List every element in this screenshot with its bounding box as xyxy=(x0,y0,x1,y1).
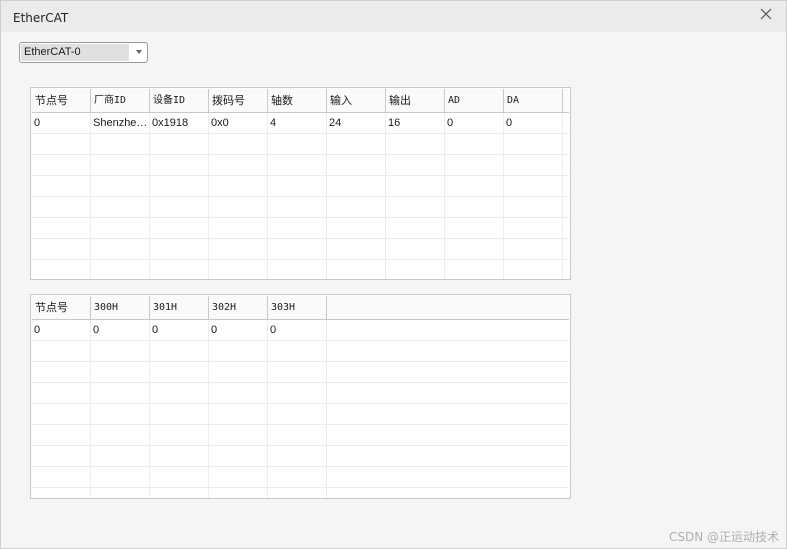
watermark: CSDN @正运动技术 xyxy=(668,530,779,544)
column-header[interactable]: 输入 xyxy=(327,89,386,113)
table-row[interactable]: 0 Shenzhe… 0x1918 0x0 4 24 16 0 0 xyxy=(32,113,569,134)
table-cell[interactable]: 0 xyxy=(504,113,563,133)
column-header[interactable]: 设备ID xyxy=(150,89,209,113)
table-header: 节点号 厂商ID 设备ID 拨码号 轴数 输入 输出 AD DA xyxy=(32,89,569,113)
table-cell[interactable]: 0 xyxy=(32,113,91,133)
chevron-down-icon[interactable] xyxy=(136,50,142,54)
column-header[interactable]: DA xyxy=(504,89,563,113)
table-cell[interactable]: 0 xyxy=(445,113,504,133)
table-cell[interactable]: 24 xyxy=(327,113,386,133)
empty-row xyxy=(32,176,569,197)
table-cell[interactable]: 0 xyxy=(209,320,268,340)
row-filler xyxy=(563,113,569,133)
window-title: EtherCAT xyxy=(13,11,69,25)
empty-row xyxy=(32,239,569,260)
table-cell[interactable]: 0 xyxy=(150,320,209,340)
close-icon xyxy=(760,8,772,20)
table-cell[interactable]: 0x1918 xyxy=(150,113,209,133)
empty-row xyxy=(32,218,569,239)
empty-row xyxy=(32,488,569,498)
column-header[interactable]: 厂商ID xyxy=(91,89,150,113)
column-header[interactable]: 输出 xyxy=(386,89,445,113)
empty-row xyxy=(32,134,569,155)
table-row[interactable]: 0 0 0 0 0 xyxy=(32,320,569,341)
table-cell[interactable]: 0x0 xyxy=(209,113,268,133)
empty-row xyxy=(32,155,569,176)
empty-row xyxy=(32,404,569,425)
empty-row xyxy=(32,362,569,383)
empty-row xyxy=(32,425,569,446)
table-body: 0 Shenzhe… 0x1918 0x0 4 24 16 0 0 xyxy=(32,113,569,279)
table-cell[interactable]: 0 xyxy=(268,320,327,340)
column-header[interactable]: 轴数 xyxy=(268,89,327,113)
column-header[interactable]: 301H xyxy=(150,296,209,320)
register-table[interactable]: 节点号 300H 301H 302H 303H 0 0 0 0 0 xyxy=(30,294,571,499)
table-cell[interactable]: 4 xyxy=(268,113,327,133)
column-header[interactable]: 拨码号 xyxy=(209,89,268,113)
title-bar: EtherCAT xyxy=(0,0,787,32)
close-button[interactable] xyxy=(754,4,778,24)
table-body: 0 0 0 0 0 xyxy=(32,320,569,498)
empty-row xyxy=(32,260,569,279)
column-header[interactable]: 302H xyxy=(209,296,268,320)
empty-row xyxy=(32,446,569,467)
row-filler xyxy=(327,320,569,340)
node-info-table[interactable]: 节点号 厂商ID 设备ID 拨码号 轴数 输入 输出 AD DA 0 Shenz… xyxy=(30,87,571,280)
table-cell[interactable]: 0 xyxy=(32,320,91,340)
selector-value: EtherCAT-0 xyxy=(21,44,129,61)
empty-row xyxy=(32,467,569,488)
table-cell[interactable]: 0 xyxy=(91,320,150,340)
header-filler xyxy=(327,296,569,320)
column-header[interactable]: 300H xyxy=(91,296,150,320)
table-header: 节点号 300H 301H 302H 303H xyxy=(32,296,569,320)
column-header[interactable]: 节点号 xyxy=(32,89,91,113)
column-header[interactable]: AD xyxy=(445,89,504,113)
column-header[interactable]: 节点号 xyxy=(32,296,91,320)
table-cell[interactable]: 16 xyxy=(386,113,445,133)
column-header[interactable]: 303H xyxy=(268,296,327,320)
empty-row xyxy=(32,197,569,218)
empty-row xyxy=(32,341,569,362)
table-cell[interactable]: Shenzhe… xyxy=(91,113,150,133)
empty-row xyxy=(32,383,569,404)
header-filler xyxy=(563,89,569,113)
ethercat-selector[interactable]: EtherCAT-0 xyxy=(19,42,148,63)
